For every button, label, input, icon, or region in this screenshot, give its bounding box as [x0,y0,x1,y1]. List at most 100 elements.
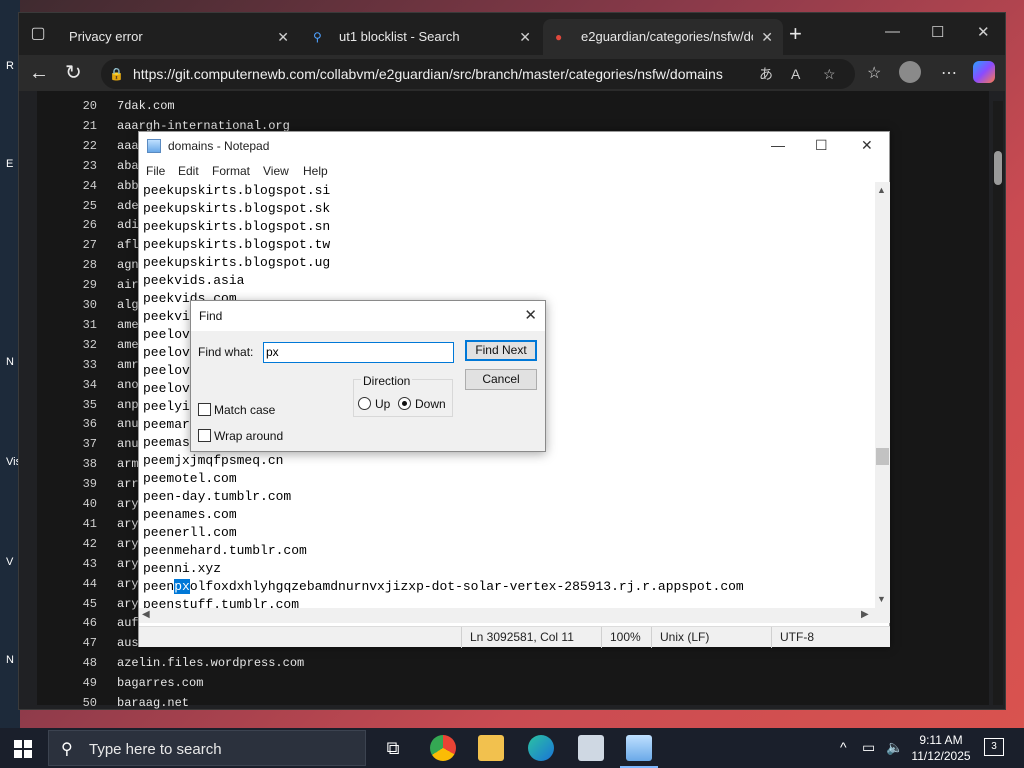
translate-icon[interactable]: あ [759,59,773,89]
favorites-icon[interactable]: ☆ [867,63,881,83]
close-icon[interactable]: ✕ [761,19,773,55]
find-title: Find [199,309,223,323]
url-text: https://git.computernewb.com/collabvm/e2… [133,66,723,82]
tab-search[interactable]: ⚲ ut1 blocklist - Search ✕ [301,19,541,55]
chrome-icon[interactable] [430,735,456,761]
tab-title: e2guardian/categories/nsfw/dom [581,29,753,44]
close-icon[interactable]: ✕ [861,137,873,154]
menu-file[interactable]: File [146,164,165,178]
close-window-icon[interactable]: ✕ [977,23,990,41]
start-button[interactable] [14,740,32,758]
clock[interactable]: 9:11 AM 11/12/2025 [908,732,974,764]
text-line: peen-day.tumblr.com [143,489,292,504]
find-next-button[interactable]: Find Next [465,340,537,361]
menu-format[interactable]: Format [212,164,250,178]
line-number: 36 [82,417,97,432]
line-number: 38 [82,457,97,472]
task-view-icon[interactable]: ⧉ [380,735,406,761]
direction-up-label: Up [375,397,391,411]
scroll-right-icon[interactable]: ▶ [861,609,869,620]
profile-avatar[interactable] [899,61,921,83]
menu-help[interactable]: Help [303,164,328,178]
refresh-icon[interactable]: ↻ [65,61,82,85]
wrap-around-label: Wrap around [214,429,284,443]
find-dialog: Find ✕ Find what: px Find Next Cancel Di… [190,300,546,452]
minimize-icon[interactable]: — [885,23,900,40]
menu-edit[interactable]: Edit [178,164,199,178]
encoding: UTF-8 [771,627,890,648]
cancel-button[interactable]: Cancel [465,369,537,390]
read-aloud-icon[interactable]: A [791,59,800,89]
minimize-icon[interactable]: — [771,137,785,153]
scroll-left-icon[interactable]: ◀ [142,609,150,620]
desktop-label: V [6,556,14,568]
address-bar[interactable]: 🔒 https://git.computernewb.com/collabvm/… [101,59,855,89]
zoom-level: 100% [601,627,651,648]
text-line: peekvi [143,309,190,324]
line-number: 25 [82,198,97,213]
tab-title: Privacy error [69,29,143,44]
show-hidden-icons-icon[interactable]: ^ [840,739,847,755]
remote-desktop-icon[interactable] [578,735,604,761]
line-number: 47 [82,636,97,651]
back-icon[interactable]: ← [29,61,49,85]
tab-e2guardian[interactable]: ● e2guardian/categories/nsfw/dom ✕ [543,19,783,55]
menu-view[interactable]: View [263,164,289,178]
notification-center-icon[interactable]: 3 [984,738,1004,756]
desktop-label: E [6,158,14,170]
direction-up-radio[interactable] [358,397,371,410]
line-number: 43 [82,556,97,571]
notepad-title-bar[interactable]: domains - Notepad — ☐ ✕ [139,132,889,162]
new-tab-icon[interactable]: + [789,23,802,45]
scroll-down-icon[interactable]: ▼ [877,594,886,604]
scrollbar-thumb[interactable] [876,448,889,465]
line-number: 24 [82,178,97,193]
match-suffix: olfoxdxhlyhgqzebamdnurnvxjizxp-dot-solar… [189,579,744,594]
text-line: peelov [143,363,190,378]
text-line: peemotel.com [143,471,237,486]
search-icon: ⚲ [61,741,73,758]
edge-icon[interactable] [528,735,554,761]
direction-down-radio[interactable] [398,397,411,410]
line-number: 34 [82,377,97,392]
more-icon[interactable]: ⋯ [941,63,957,83]
close-icon[interactable]: ✕ [519,19,531,55]
notepad-status-bar: Ln 3092581, Col 11 100% Unix (LF) UTF-8 [139,626,890,648]
scrollbar-thumb[interactable] [994,151,1002,185]
volume-icon[interactable]: 🔈 [886,739,903,756]
search-icon: ⚲ [313,30,322,44]
notepad-horizontal-scrollbar[interactable]: ◀ ▶ [139,608,890,623]
scroll-up-icon[interactable]: ▲ [877,185,886,195]
line-number: 49 [82,676,97,691]
copilot-icon[interactable] [973,61,995,83]
taskbar-search[interactable]: ⚲ Type here to search [48,730,366,766]
find-what-input[interactable]: px [263,342,454,363]
text-line: peelov [143,327,190,342]
text-line: peelov [143,381,190,396]
lock-icon: 🔒 [109,67,124,81]
tab-privacy-error[interactable]: Privacy error ✕ [59,19,299,55]
find-title-bar[interactable]: Find ✕ [191,301,545,331]
line-number: 30 [82,298,97,312]
line-number: 27 [82,238,97,253]
code-line: 48 azelin.files.wordpress.com [37,654,989,672]
text-line: peelov [143,345,190,360]
wrap-around-checkbox[interactable] [198,429,211,442]
file-explorer-icon[interactable] [478,735,504,761]
close-icon[interactable]: ✕ [524,306,537,324]
maximize-icon[interactable]: ☐ [931,23,944,41]
notepad-vertical-scrollbar[interactable]: ▲ ▼ [875,182,890,608]
page-scrollbar[interactable] [993,101,1003,705]
line-number: 44 [82,576,97,591]
match-case-checkbox[interactable] [198,403,211,416]
maximize-icon[interactable]: ☐ [815,137,828,154]
favorite-star-icon[interactable]: ☆ [823,59,836,89]
search-placeholder: Type here to search [89,741,222,758]
tab-actions-icon[interactable]: ▢ [27,23,49,45]
close-icon[interactable]: ✕ [277,19,289,55]
network-icon[interactable]: ▭ [862,739,875,756]
notepad-taskbar-icon[interactable] [620,735,658,768]
tab-title: ut1 blocklist - Search [339,29,460,44]
desktop-label: N [6,356,14,368]
line-number: 22 [82,138,97,153]
